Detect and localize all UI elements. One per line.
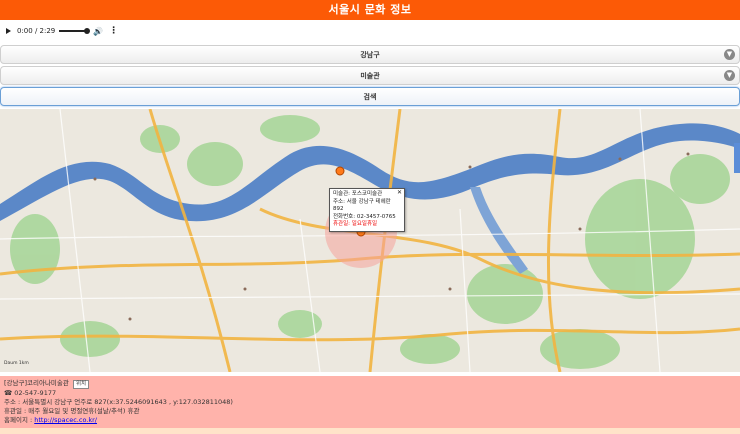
info-title: [강남구]코리아나미술관: [4, 379, 69, 387]
info-address: 주소 : 서울특별시 강남구 언주로 827(x:37.5246091643 ,…: [4, 398, 233, 406]
search-button-label: 검색: [363, 92, 377, 101]
district-select-value: 강남구: [360, 50, 380, 59]
map-marker-icon[interactable]: [335, 166, 345, 176]
page-title: 서울시 문화 정보: [328, 3, 412, 16]
info-panel: [강남구]코리아나미술관 위치 ☎ 02-547-9177 주소 : 서울특별시…: [0, 376, 740, 434]
map-brand: Daum: [4, 361, 18, 366]
audio-player[interactable]: 0:00 / 2:29 🔊 ⋮: [0, 20, 740, 42]
app-header: 서울시 문화 정보: [0, 0, 740, 20]
chevron-down-icon: ▼: [724, 70, 735, 81]
map-view[interactable]: ✕ 미술관: 포스코미술관 주소: 서울 강남구 테헤란 892 전화번호: 0…: [0, 109, 740, 372]
homepage-label: 홈페이지 :: [4, 416, 35, 424]
search-button[interactable]: 검색: [0, 87, 740, 106]
audio-time: 0:00 / 2:29: [17, 27, 56, 35]
bottom-strip: [0, 428, 740, 434]
location-button[interactable]: 위치: [72, 380, 90, 389]
popup-address: 주소: 서울 강남구 테헤란 892: [333, 198, 391, 213]
homepage-link[interactable]: http://spacec.co.kr/: [34, 416, 97, 424]
district-select[interactable]: 강남구 ▼: [0, 45, 740, 64]
audio-progress-slider[interactable]: [59, 28, 91, 34]
map-scale-label: 1km: [18, 361, 29, 366]
info-closed-days: 휴관일 : 매주 월요일 및 명절연휴(설날/추석) 휴관: [4, 407, 140, 415]
volume-icon[interactable]: 🔊: [93, 27, 103, 36]
map-scale: Daum 1km: [4, 361, 29, 366]
map-info-popup: ✕ 미술관: 포스코미술관 주소: 서울 강남구 테헤란 892 전화번호: 0…: [329, 188, 405, 232]
play-icon[interactable]: [6, 28, 11, 34]
map-zoom-control[interactable]: [734, 143, 740, 173]
close-icon[interactable]: ✕: [397, 189, 402, 197]
category-select-value: 미술관: [360, 71, 380, 80]
category-select[interactable]: 미술관 ▼: [0, 66, 740, 85]
phone-icon: ☎: [4, 389, 13, 397]
map-canvas[interactable]: [0, 109, 740, 372]
more-menu-icon[interactable]: ⋮: [109, 26, 118, 36]
chevron-down-icon: ▼: [724, 49, 735, 60]
popup-closed-days: 휴관일: 일요일휴일: [333, 221, 378, 227]
popup-name: 미술관: 포스코미술관: [333, 191, 383, 197]
info-phone: 02-547-9177: [14, 389, 57, 397]
popup-phone: 전화번호: 02-3457-0765: [333, 213, 396, 220]
